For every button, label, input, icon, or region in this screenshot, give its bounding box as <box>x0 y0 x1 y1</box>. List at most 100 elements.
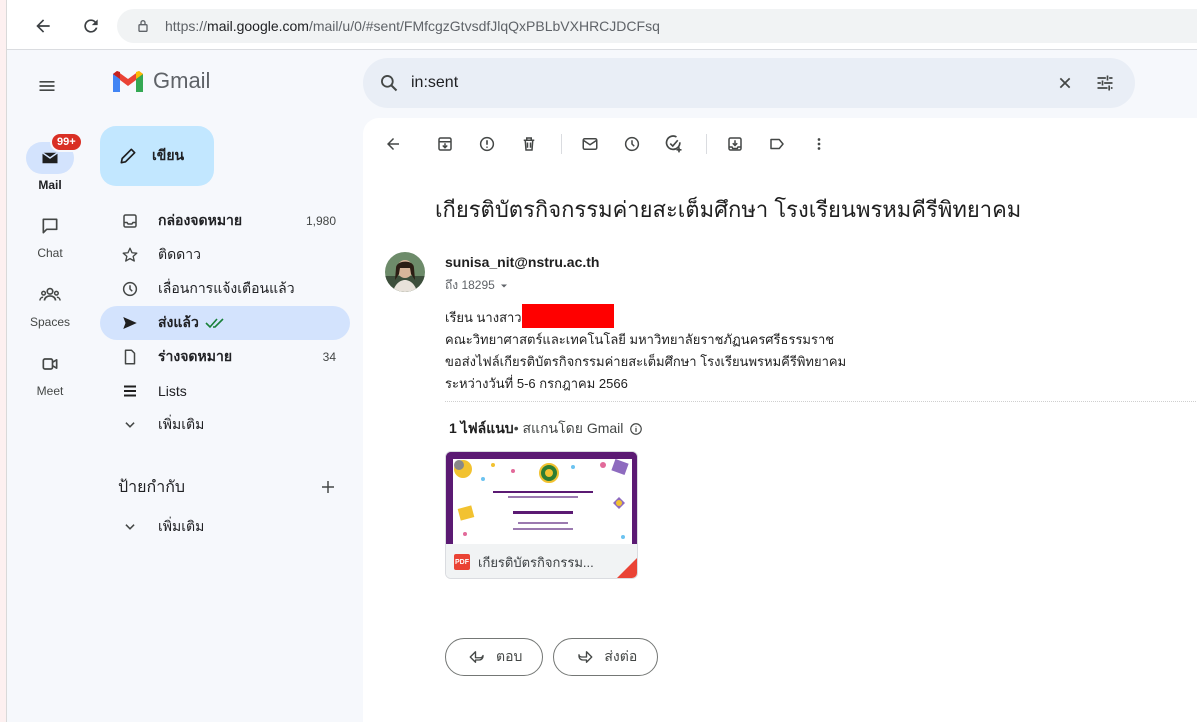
browser-toolbar: https://mail.google.com/mail/u/0/#sent/F… <box>7 0 1197 50</box>
more-vert-icon <box>817 138 821 150</box>
rail-chat[interactable]: Chat <box>7 210 93 260</box>
more-options-button[interactable] <box>803 128 835 160</box>
message-view: เกียรติบัตรกิจกรรมค่ายสะเต็มศึกษา โรงเรี… <box>363 118 1197 722</box>
menu-icon <box>39 81 55 91</box>
attachment-card[interactable]: PDF เกียรติบัตรกิจกรรม... <box>445 451 638 579</box>
attachment-footer: PDF เกียรติบัตรกิจกรรม... <box>446 544 637 578</box>
nav-more-label: เพิ่มเติม <box>158 416 205 432</box>
compose-button[interactable]: เขียน <box>100 126 214 186</box>
main-menu-button[interactable] <box>35 74 59 98</box>
report-icon <box>479 136 495 152</box>
chevron-down-icon <box>120 520 140 534</box>
report-spam-button[interactable] <box>471 128 503 160</box>
forward-label: ส่งต่อ <box>604 648 638 664</box>
arrow-left-icon <box>387 138 399 150</box>
search-bar[interactable]: in:sent <box>363 58 1135 108</box>
mail-nav: กล่องจดหมาย 1,980 ติดดาว เลื่อนการแจ้งเต… <box>100 204 350 442</box>
rail-chat-label: Chat <box>37 246 63 260</box>
trash-icon <box>523 137 535 151</box>
attachment-divider <box>445 401 1197 402</box>
nav-drafts-label: ร่างจดหมาย <box>158 348 233 364</box>
list-icon <box>120 382 140 400</box>
rail-spaces[interactable]: Spaces <box>7 279 93 329</box>
nav-more[interactable]: เพิ่มเติม <box>100 408 350 442</box>
attachment-scan-note: • สแกนโดย Gmail <box>513 420 624 436</box>
labels-more-label: เพิ่มเติม <box>158 518 205 534</box>
gmail-logo[interactable]: Gmail <box>111 68 210 94</box>
chat-icon <box>34 210 66 242</box>
reply-button[interactable]: ตอบ <box>445 638 544 676</box>
message-toolbar <box>377 128 845 160</box>
recipient-label: ถึง 18295 <box>445 278 495 292</box>
attachment-name: เกียรติบัตรกิจกรรม... <box>478 554 594 570</box>
message-subject: เกียรติบัตรกิจกรรมค่ายสะเต็มศึกษา โรงเรี… <box>435 197 1022 222</box>
attachment-count: 1 ไฟล์แนบ <box>449 420 514 436</box>
draft-icon <box>120 348 140 366</box>
nav-inbox-count: 1,980 <box>305 214 336 228</box>
search-options-button[interactable] <box>1085 63 1125 103</box>
nav-drafts[interactable]: ร่างจดหมาย 34 <box>100 340 350 374</box>
snooze-button[interactable] <box>616 128 648 160</box>
recipient-details[interactable]: ถึง 18295 <box>445 276 510 295</box>
attachment-header: 1 ไฟล์แนบ • สแกนโดย Gmail <box>449 418 643 440</box>
labels-more[interactable]: เพิ่มเติม <box>100 510 350 544</box>
nav-starred-label: ติดดาว <box>158 246 201 262</box>
nav-lists[interactable]: Lists <box>100 374 350 408</box>
mail-outline-icon <box>582 138 598 150</box>
body-line: เรียน นางสาว <box>445 304 846 329</box>
body-line: ขอส่งไฟล์เกียรติบัตรกิจกรรมค่ายสะเต็มศึก… <box>445 354 847 369</box>
delete-button[interactable] <box>513 128 545 160</box>
label-icon <box>770 138 784 150</box>
app-name: Gmail <box>153 68 211 93</box>
send-icon <box>120 314 140 332</box>
rail-meet-label: Meet <box>36 384 64 398</box>
forward-button[interactable]: ส่งต่อ <box>553 638 659 676</box>
search-input[interactable]: in:sent <box>411 74 1045 92</box>
body-line: คณะวิทยาศาสตร์และเทคโนโลยี มหาวิทยาลัยรา… <box>445 332 835 347</box>
toolbar-divider <box>706 134 707 154</box>
sender-avatar[interactable] <box>385 252 425 292</box>
archive-button[interactable] <box>429 128 461 160</box>
label-button[interactable] <box>761 128 793 160</box>
clear-search-button[interactable] <box>1045 63 1085 103</box>
reload-button[interactable] <box>75 10 107 42</box>
arrow-left-icon <box>36 19 50 33</box>
browser-window: https://mail.google.com/mail/u/0/#sent/F… <box>6 0 1197 722</box>
rail-meet[interactable]: Meet <box>7 348 93 398</box>
url-host: mail.google.com <box>207 18 309 34</box>
rail-mail-label: Mail <box>38 178 62 192</box>
back-button[interactable] <box>27 10 59 42</box>
pdf-icon: PDF <box>454 554 470 570</box>
nav-starred[interactable]: ติดดาว <box>100 238 350 272</box>
close-icon <box>1059 77 1071 89</box>
search-icon[interactable] <box>379 73 399 93</box>
nav-inbox[interactable]: กล่องจดหมาย 1,980 <box>100 204 350 238</box>
rail-mail[interactable]: 99+ Mail <box>7 132 93 192</box>
url-path: /mail/u/0/#sent/FMfcgzGtvsdfJlqQxPBLbVXH… <box>308 18 660 34</box>
clock-icon <box>120 280 140 298</box>
unread-badge: 99+ <box>50 132 83 152</box>
move-to-button[interactable] <box>719 128 751 160</box>
nav-lists-label: Lists <box>158 383 187 399</box>
sender-email[interactable]: sunisa_nit@nstru.ac.th <box>445 254 599 270</box>
nav-snoozed[interactable]: เลื่อนการแจ้งเตือนแล้ว <box>100 272 350 306</box>
nav-snoozed-label: เลื่อนการแจ้งเตือนแล้ว <box>158 280 295 296</box>
compose-label: เขียน <box>152 147 185 163</box>
tune-icon <box>1097 75 1113 91</box>
create-label-button[interactable] <box>320 479 336 495</box>
nav-sent[interactable]: ส่งแล้ว <box>100 306 350 340</box>
archive-icon <box>438 137 452 151</box>
mark-unread-button[interactable] <box>574 128 606 160</box>
certificate-thumbnail <box>446 452 637 544</box>
add-to-tasks-button[interactable] <box>658 128 690 160</box>
site-info-icon[interactable] <box>135 18 151 34</box>
inbox-icon <box>120 212 140 230</box>
url-bar[interactable]: https://mail.google.com/mail/u/0/#sent/F… <box>117 9 1197 43</box>
chevron-down-icon <box>120 418 140 432</box>
toolbar-divider <box>561 134 562 154</box>
back-to-list-button[interactable] <box>377 128 409 160</box>
clock-icon <box>624 136 640 152</box>
message-body: เรียน นางสาว คณะวิทยาศาสตร์และเทคโนโลยี … <box>445 304 846 395</box>
info-icon[interactable] <box>629 422 643 436</box>
redacted-name <box>521 304 614 328</box>
